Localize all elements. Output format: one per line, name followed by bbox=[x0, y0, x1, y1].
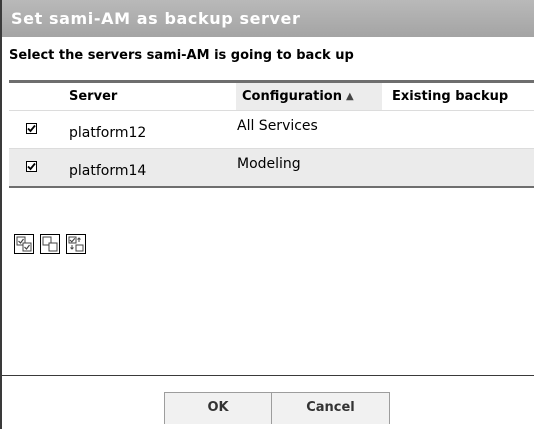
select-all-button[interactable] bbox=[14, 234, 34, 254]
server-name-cell: platform12 bbox=[69, 125, 147, 141]
selection-toolbar bbox=[14, 234, 86, 254]
configuration-cell: Modeling bbox=[237, 156, 301, 172]
row-checkbox[interactable] bbox=[26, 123, 37, 134]
column-header-configuration-label: Configuration bbox=[242, 89, 342, 104]
column-header-server[interactable]: Server bbox=[63, 83, 223, 110]
invert-selection-icon bbox=[68, 236, 84, 252]
column-header-existing-backup[interactable]: Existing backup bbox=[386, 83, 508, 110]
clear-all-icon bbox=[42, 236, 58, 252]
table-row[interactable]: platform12 All Services bbox=[9, 110, 534, 148]
sort-ascending-icon: ▲ bbox=[345, 91, 354, 102]
backup-server-dialog: Set sami-AM as backup server Select the … bbox=[0, 0, 534, 429]
cancel-button[interactable]: Cancel bbox=[271, 392, 390, 424]
instruction-text: Select the servers sami-AM is going to b… bbox=[9, 48, 354, 63]
clear-all-button[interactable] bbox=[40, 234, 60, 254]
configuration-cell: All Services bbox=[237, 118, 318, 134]
ok-button[interactable]: OK bbox=[164, 392, 271, 424]
server-name-cell: platform14 bbox=[69, 163, 147, 179]
column-header-configuration[interactable]: Configuration ▲ bbox=[236, 83, 382, 110]
column-header-existing-backup-label: Existing backup bbox=[392, 89, 509, 104]
dialog-buttons: OK Cancel bbox=[164, 392, 390, 424]
row-checkbox[interactable] bbox=[26, 161, 37, 172]
invert-selection-button[interactable] bbox=[66, 234, 86, 254]
dialog-left-border bbox=[0, 0, 2, 429]
checkmark-icon bbox=[27, 124, 36, 133]
dialog-title: Set sami-AM as backup server bbox=[2, 0, 534, 37]
select-all-icon bbox=[16, 236, 32, 252]
checkmark-icon bbox=[27, 162, 36, 171]
column-header-server-label: Server bbox=[69, 89, 118, 104]
footer-divider bbox=[2, 375, 534, 376]
table-header-row: Server Configuration ▲ Existing backup bbox=[9, 83, 534, 110]
table-row[interactable]: platform14 Modeling bbox=[9, 148, 534, 186]
servers-table: Server Configuration ▲ Existing backup pl… bbox=[9, 80, 534, 188]
